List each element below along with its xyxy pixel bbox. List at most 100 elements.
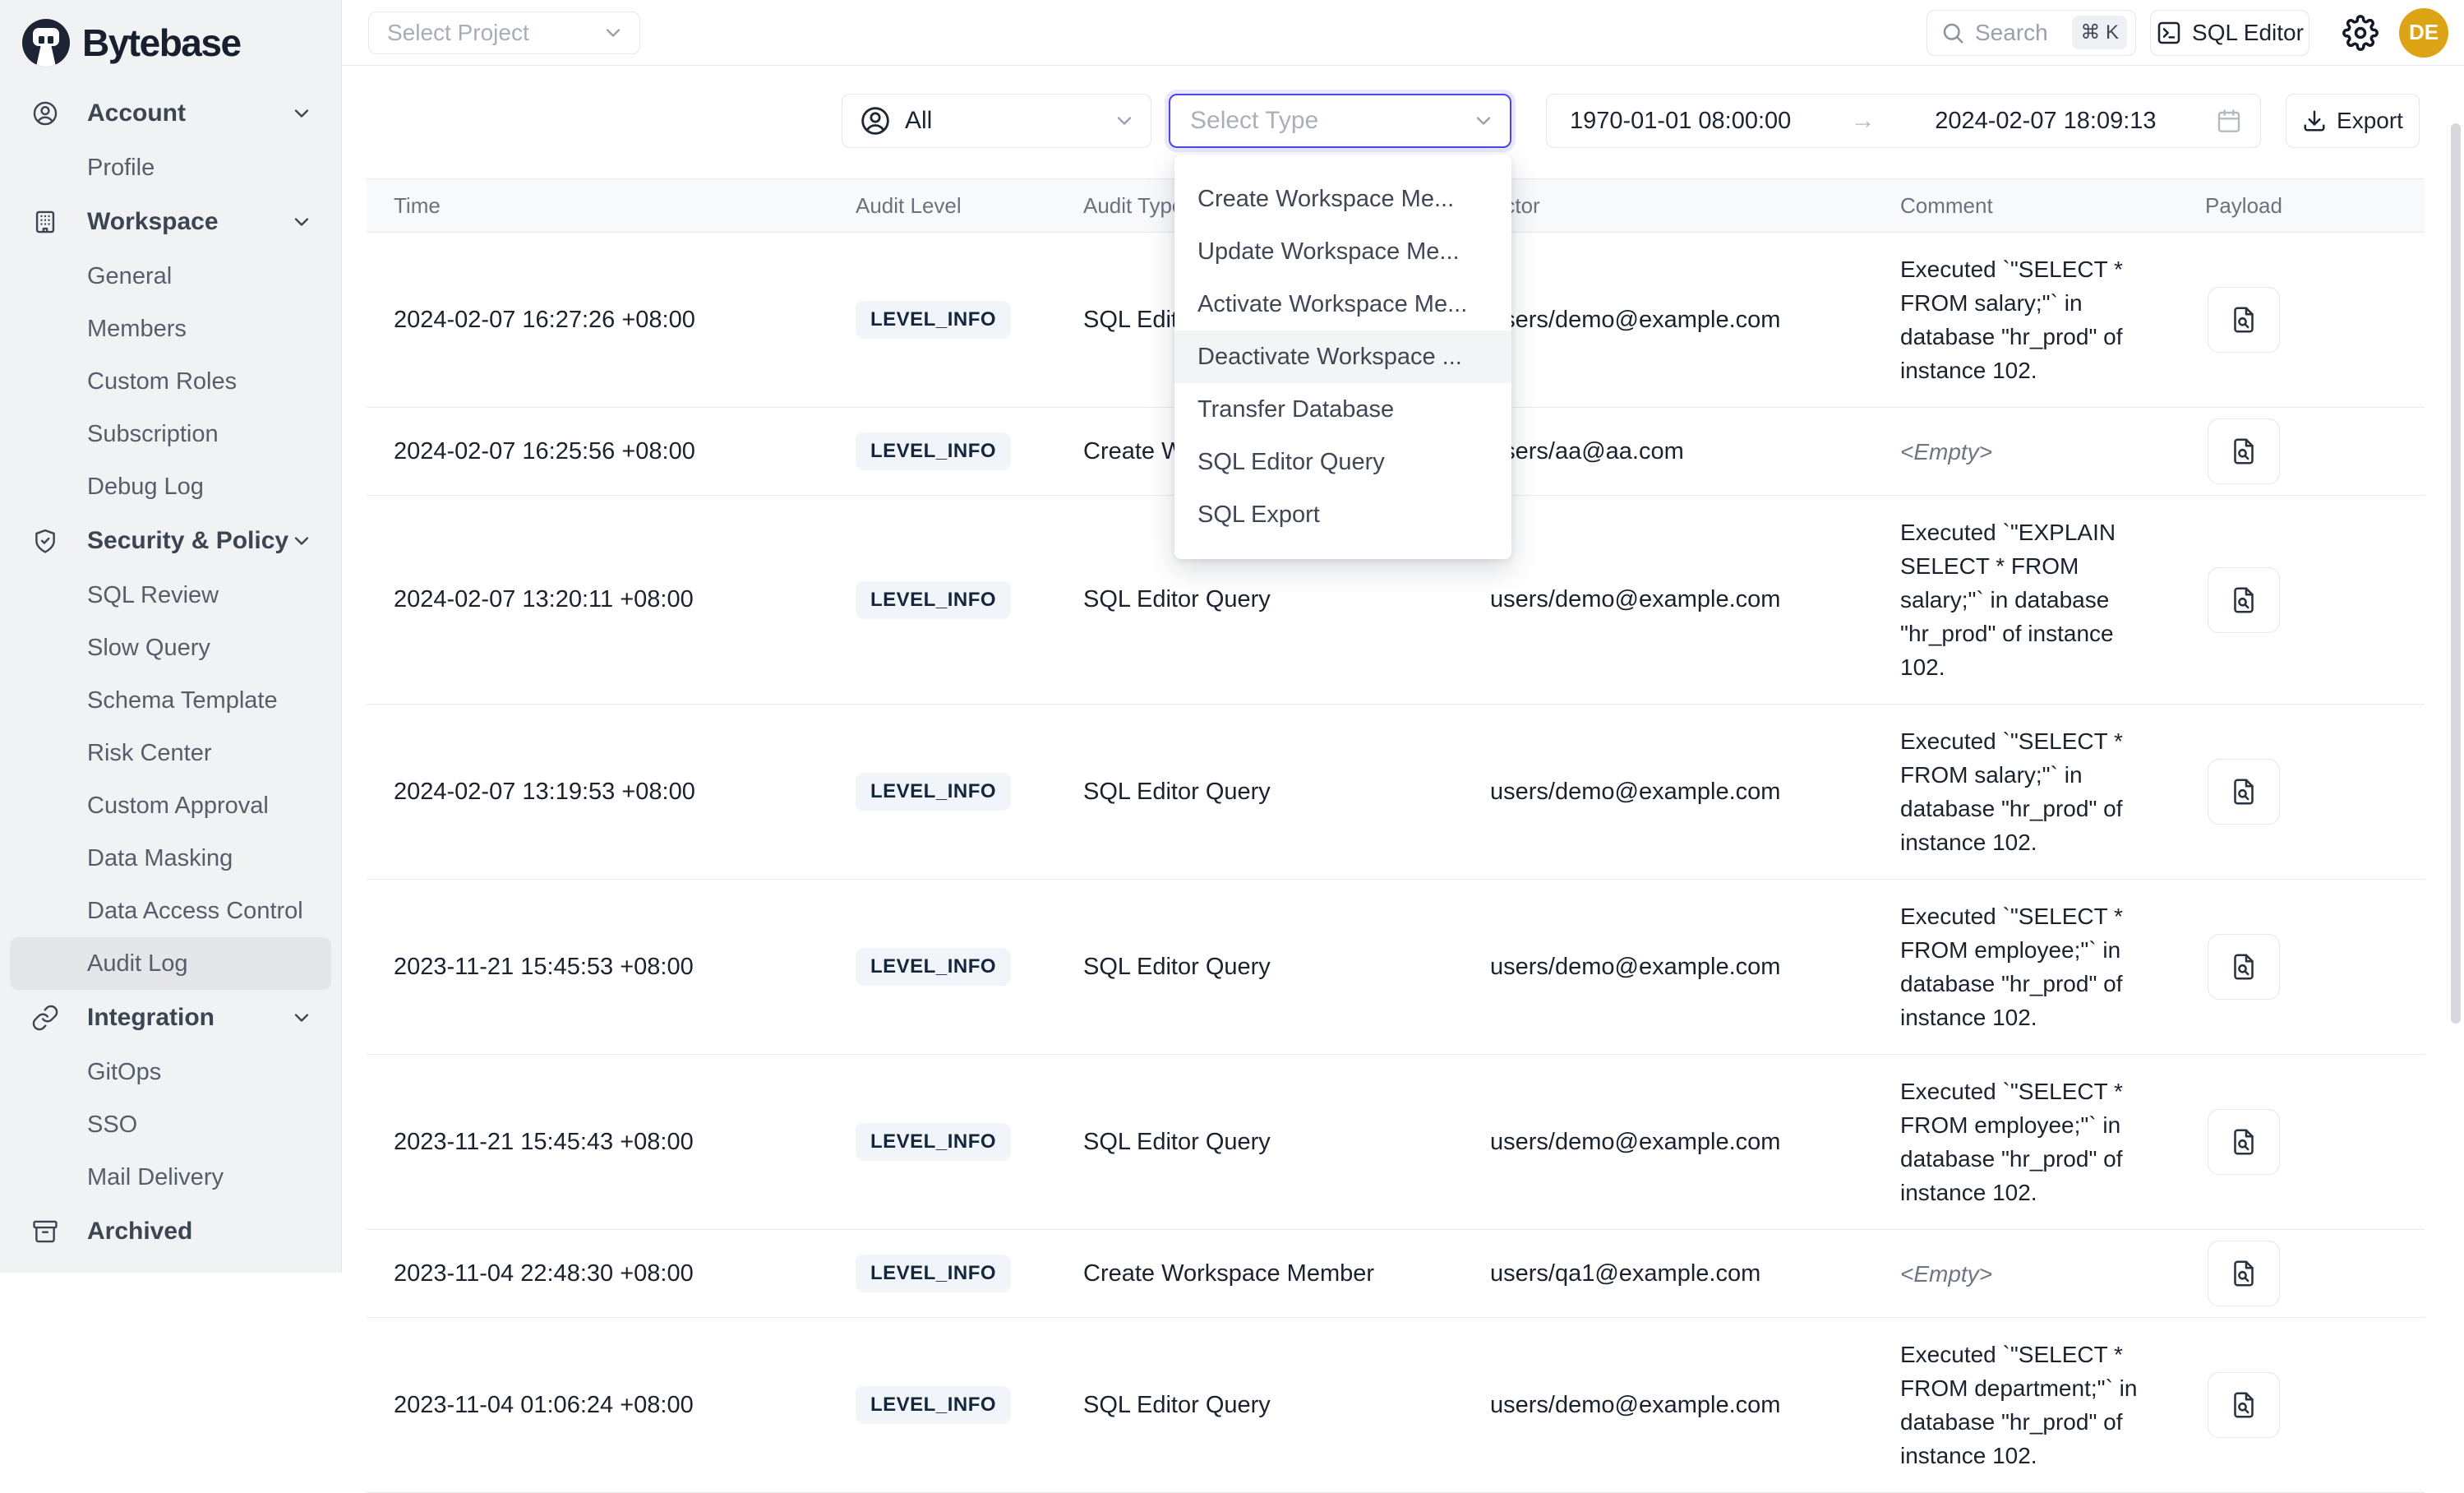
sidebar-item-label: SQL Review: [87, 582, 219, 609]
cell-comment: Executed `"EXPLAIN SELECT * FROM salary;…: [1873, 496, 2178, 704]
download-icon: [2302, 109, 2327, 133]
payload-view-button[interactable]: [2208, 418, 2280, 484]
chevron-down-icon: [290, 102, 313, 125]
date-range-picker[interactable]: 1970-01-01 08:00:00 → 2024-02-07 18:09:1…: [1546, 94, 2261, 148]
type-menu-item-transfer-database[interactable]: Transfer Database: [1174, 383, 1511, 436]
sql-editor-button[interactable]: SQL Editor: [2150, 10, 2309, 56]
sidebar-item-label: Account: [87, 99, 186, 127]
sidebar-item-audit-log[interactable]: Audit Log: [10, 937, 331, 990]
cell-comment: <Empty>: [1873, 1237, 2178, 1310]
cell-audit-level: LEVEL_INFO: [828, 948, 1056, 986]
column-header-comment: Comment: [1873, 193, 2178, 219]
sidebar-item-gitops[interactable]: GitOps: [10, 1046, 331, 1098]
payload-view-button[interactable]: [2208, 1241, 2280, 1306]
building-icon: [31, 208, 59, 236]
cell-time: 2024-02-07 13:20:11 +08:00: [367, 586, 828, 613]
level-badge: LEVEL_INFO: [856, 432, 1011, 470]
sidebar-item-profile[interactable]: Profile: [10, 141, 331, 194]
sidebar-item-mail-delivery[interactable]: Mail Delivery: [10, 1151, 331, 1204]
app-window: Bytebase Account Profile Workspace General M…: [0, 0, 2464, 1273]
sidebar-item-custom-approval[interactable]: Custom Approval: [10, 779, 331, 832]
sidebar-item-label: GitOps: [87, 1059, 161, 1086]
sidebar-item-security-policy[interactable]: Security & Policy: [10, 513, 331, 569]
cell-audit-type: Create Workspace Member: [1056, 1260, 1463, 1287]
actor-filter-dropdown[interactable]: All: [842, 94, 1151, 148]
level-badge: LEVEL_INFO: [856, 948, 1011, 986]
cell-comment: Executed `"SELECT * FROM salary;"` in da…: [1873, 705, 2178, 879]
sidebar-item-workspace[interactable]: Workspace: [10, 194, 331, 250]
actor-filter-value: All: [905, 107, 1113, 135]
sidebar-item-risk-center[interactable]: Risk Center: [10, 727, 331, 779]
table-row: 2023-11-04 01:06:24 +08:00LEVEL_INFOSQL …: [367, 1318, 2425, 1493]
cell-audit-type: SQL Editor Query: [1056, 1392, 1463, 1419]
payload-view-button[interactable]: [2208, 1372, 2280, 1438]
type-menu-item-update-workspace-me[interactable]: Update Workspace Me...: [1174, 225, 1511, 278]
sidebar-item-label: Custom Approval: [87, 793, 269, 820]
sidebar-item-label: Security & Policy: [87, 527, 288, 555]
cell-audit-type: SQL Editor Query: [1056, 1129, 1463, 1156]
payload-view-button[interactable]: [2208, 1109, 2280, 1175]
sidebar-item-subscription[interactable]: Subscription: [10, 408, 331, 460]
cell-comment: <Empty>: [1873, 415, 2178, 488]
avatar[interactable]: DE: [2399, 8, 2448, 58]
cell-payload: [2178, 934, 2425, 1000]
sidebar-item-debug-log[interactable]: Debug Log: [10, 460, 331, 513]
sidebar-item-sql-review[interactable]: SQL Review: [10, 569, 331, 622]
archive-icon: [31, 1218, 59, 1246]
select-project-dropdown[interactable]: Select Project: [368, 12, 640, 54]
cell-actor: users/demo@example.com: [1463, 307, 1873, 334]
search-input[interactable]: Search ⌘ K: [1926, 10, 2136, 56]
sidebar-item-integration[interactable]: Integration: [10, 990, 331, 1046]
type-menu-item-create-workspace-me[interactable]: Create Workspace Me...: [1174, 173, 1511, 225]
chevron-down-icon: [1113, 109, 1136, 132]
payload-view-button[interactable]: [2208, 567, 2280, 633]
sidebar-item-schema-template[interactable]: Schema Template: [10, 674, 331, 727]
cell-comment: Executed `"SELECT * FROM salary;"` in da…: [1873, 233, 2178, 407]
search-shortcut-badge: ⌘ K: [2072, 16, 2127, 49]
column-header-audit-level: Audit Level: [828, 193, 1056, 219]
type-menu-item-sql-editor-query[interactable]: SQL Editor Query: [1174, 436, 1511, 488]
payload-view-button[interactable]: [2208, 287, 2280, 353]
cell-payload: [2178, 418, 2425, 484]
sidebar-item-label: Debug Log: [87, 474, 204, 501]
type-menu-item-activate-workspace-me[interactable]: Activate Workspace Me...: [1174, 278, 1511, 330]
link-icon: [31, 1004, 59, 1032]
brand-logo[interactable]: Bytebase: [0, 0, 341, 86]
sidebar-item-custom-roles[interactable]: Custom Roles: [10, 355, 331, 408]
sidebar-item-label: Workspace: [87, 208, 219, 236]
sidebar-item-archived[interactable]: Archived: [10, 1204, 331, 1260]
type-menu-item-sql-export[interactable]: SQL Export: [1174, 488, 1511, 541]
file-search-icon: [2229, 305, 2259, 335]
type-menu-item-deactivate-workspace[interactable]: Deactivate Workspace ...: [1174, 330, 1511, 383]
sidebar-item-label: Archived: [87, 1218, 192, 1246]
gear-icon[interactable]: [2342, 15, 2379, 51]
sidebar-item-sso[interactable]: SSO: [10, 1098, 331, 1151]
file-search-icon: [2229, 952, 2259, 982]
sidebar-item-slow-query[interactable]: Slow Query: [10, 622, 331, 674]
chevron-down-icon: [1472, 109, 1495, 132]
type-filter-placeholder: Select Type: [1190, 107, 1472, 135]
empty-comment: <Empty>: [1900, 439, 1992, 465]
search-icon: [1940, 21, 1965, 45]
sidebar-item-data-access-control[interactable]: Data Access Control: [10, 885, 331, 937]
type-filter-combobox[interactable]: Select Type: [1169, 94, 1511, 148]
cell-audit-level: LEVEL_INFO: [828, 773, 1056, 811]
sidebar-item-label: Members: [87, 316, 187, 343]
vertical-scrollbar[interactable]: [2451, 123, 2461, 1024]
chevron-down-icon: [602, 21, 625, 44]
cell-time: 2023-11-04 22:48:30 +08:00: [367, 1260, 828, 1287]
cell-time: 2024-02-07 16:25:56 +08:00: [367, 438, 828, 465]
cell-actor: users/demo@example.com: [1463, 779, 1873, 806]
sidebar: Bytebase Account Profile Workspace General M…: [0, 0, 342, 1273]
sidebar-item-members[interactable]: Members: [10, 303, 331, 355]
file-search-icon: [2229, 585, 2259, 615]
calendar-icon: [2216, 108, 2242, 134]
cell-comment: Executed `"SELECT * FROM employee;"` in …: [1873, 1055, 2178, 1229]
payload-view-button[interactable]: [2208, 759, 2280, 825]
sidebar-item-data-masking[interactable]: Data Masking: [10, 832, 331, 885]
payload-view-button[interactable]: [2208, 934, 2280, 1000]
table-row: 2023-11-21 15:45:43 +08:00LEVEL_INFOSQL …: [367, 1055, 2425, 1230]
sidebar-item-general[interactable]: General: [10, 250, 331, 303]
export-button[interactable]: Export: [2286, 94, 2420, 148]
sidebar-item-account[interactable]: Account: [10, 86, 331, 141]
